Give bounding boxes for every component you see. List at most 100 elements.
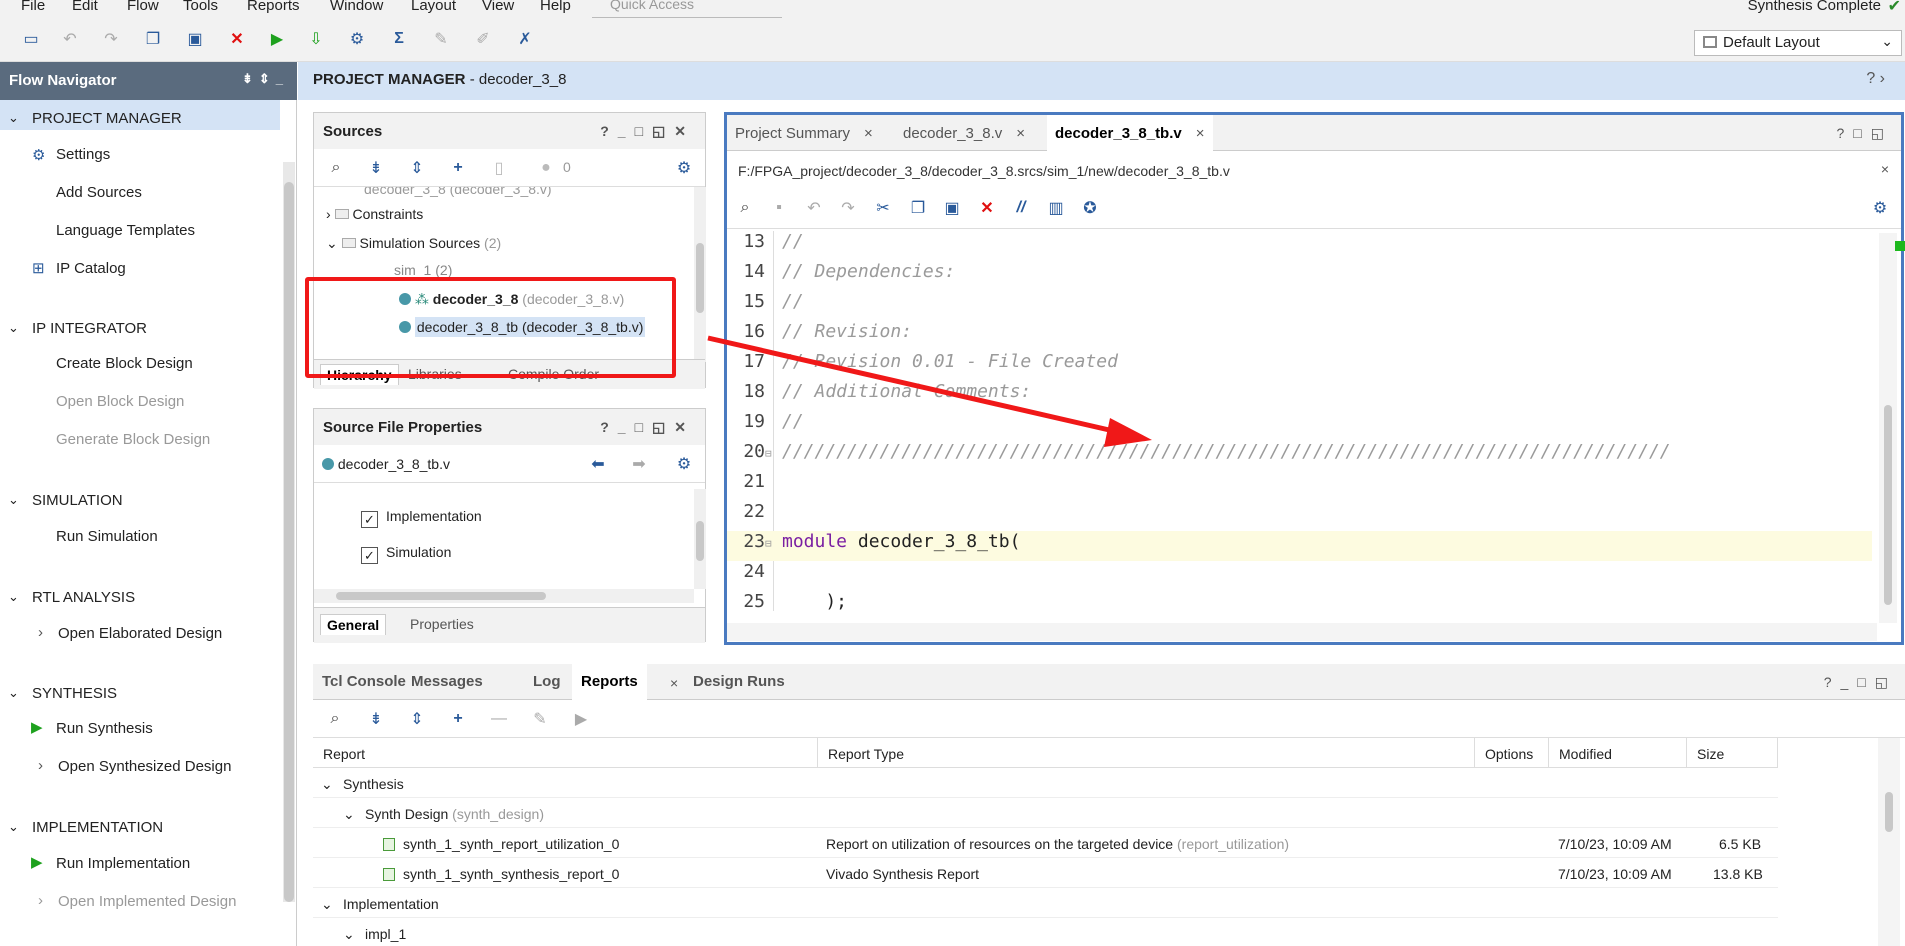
copy-icon[interactable]: ❐ xyxy=(908,198,928,218)
run-icon[interactable]: ▶ xyxy=(266,28,288,50)
flow-open-implemented-design[interactable]: Open Implemented Design xyxy=(58,893,236,910)
gear-icon[interactable]: ⚙ xyxy=(674,158,694,178)
search-icon[interactable]: ⌕ xyxy=(326,158,346,178)
column-header[interactable]: Size xyxy=(1687,738,1778,768)
code-area[interactable]: 13// 14// Dependencies: 15// 16// Revisi… xyxy=(727,231,1901,612)
reports-scrollbar-thumb[interactable] xyxy=(1885,792,1893,832)
editor-scrollbar-thumb[interactable] xyxy=(1884,405,1892,605)
menu-help[interactable]: Help xyxy=(540,0,571,14)
edit-icon[interactable]: ✎ xyxy=(530,709,550,729)
tab-log[interactable]: Log xyxy=(524,664,570,700)
tab-messages[interactable]: Messages xyxy=(402,664,492,700)
file-status-icon[interactable]: ▯ xyxy=(489,158,509,178)
tab-decoder-tb-v[interactable]: decoder_3_8_tb.v × xyxy=(1047,115,1213,151)
save-icon[interactable]: ▪ xyxy=(769,198,789,218)
tab-decoder-v[interactable]: decoder_3_8.v × xyxy=(895,115,1033,151)
menu-window[interactable]: Window xyxy=(330,0,383,14)
flow-language-templates[interactable]: Language Templates xyxy=(56,222,195,239)
delete-icon[interactable]: ✕ xyxy=(977,198,997,218)
program-device-icon[interactable]: ⇩ xyxy=(305,28,327,50)
disabled-tool-icon[interactable]: ✎ xyxy=(430,28,452,50)
close-icon[interactable]: × xyxy=(864,125,873,142)
open-project-icon[interactable]: ▭ xyxy=(20,28,42,50)
collapse-icon[interactable]: ⌄ xyxy=(343,806,355,823)
editor-hscrollbar[interactable] xyxy=(727,623,1877,641)
back-arrow-icon[interactable]: ⬅ xyxy=(588,454,608,474)
lightbulb-icon[interactable]: ✪ xyxy=(1080,198,1100,218)
expand-all-icon[interactable]: ⇕ xyxy=(407,158,427,178)
flow-ip-catalog[interactable]: IP Catalog xyxy=(56,260,126,277)
check-implementation[interactable]: ✓ Implementation xyxy=(361,508,482,528)
flow-scrollbar-thumb[interactable] xyxy=(284,182,294,902)
cut-icon[interactable]: ✂ xyxy=(873,198,893,218)
sources-scrollbar-thumb[interactable] xyxy=(696,243,704,313)
expand-all-icon[interactable]: ⇕ xyxy=(407,709,427,729)
flow-open-block-design[interactable]: Open Block Design xyxy=(56,393,184,410)
panel-controls-icon[interactable]: ?_□◱✕ xyxy=(600,419,695,436)
collapse-all-icon[interactable]: ⇟ xyxy=(366,158,386,178)
redo-icon[interactable]: ↷ xyxy=(838,198,858,218)
undo-icon[interactable]: ↶ xyxy=(59,28,81,50)
tab-properties[interactable]: Properties xyxy=(404,614,480,634)
tab-design-runs[interactable]: Design Runs xyxy=(684,664,794,700)
run-icon[interactable]: ▶ xyxy=(571,709,591,729)
collapse-all-icon[interactable]: ⇟ xyxy=(366,709,386,729)
flow-open-synthesized-design[interactable]: Open Synthesized Design xyxy=(58,758,231,775)
check-simulation[interactable]: ✓ Simulation xyxy=(361,544,451,564)
tab-reports[interactable]: Reports xyxy=(572,664,647,700)
menu-tools[interactable]: Tools xyxy=(183,0,218,14)
table-row[interactable]: ⌄ Implementation xyxy=(313,888,1778,918)
expand-icon[interactable]: › xyxy=(38,757,43,774)
menu-edit[interactable]: Edit xyxy=(72,0,98,14)
flow-run-synthesis[interactable]: Run Synthesis xyxy=(56,720,153,737)
properties-hscrollbar-thumb[interactable] xyxy=(336,592,546,600)
sigma-icon[interactable]: Σ xyxy=(388,28,410,50)
tab-general[interactable]: General xyxy=(320,614,387,635)
settings-gear-icon[interactable]: ⚙ xyxy=(346,28,368,50)
redo-icon[interactable]: ↷ xyxy=(100,28,122,50)
column-header[interactable]: Report xyxy=(313,738,818,768)
comment-icon[interactable]: // xyxy=(1011,198,1031,218)
expand-icon[interactable]: › xyxy=(38,892,43,909)
copy-icon[interactable]: ❐ xyxy=(142,28,164,50)
column-header[interactable]: Modified xyxy=(1549,738,1687,768)
delete-icon[interactable]: ✕ xyxy=(226,28,248,50)
collapse-icon[interactable]: ⌄ xyxy=(343,926,355,943)
add-icon[interactable]: + xyxy=(448,158,468,178)
paste-icon[interactable]: ▣ xyxy=(942,198,962,218)
menu-reports[interactable]: Reports xyxy=(247,0,300,14)
tab-tcl-console[interactable]: Tcl Console xyxy=(313,664,415,700)
column-header[interactable]: Options xyxy=(1475,738,1549,768)
properties-scrollbar-thumb[interactable] xyxy=(696,521,704,561)
tree-constraints[interactable]: › Constraints xyxy=(326,206,423,222)
add-icon[interactable]: + xyxy=(448,709,468,729)
table-row[interactable]: ⌄ Synth Design (synth_design) xyxy=(313,798,1778,828)
search-icon[interactable]: ⌕ xyxy=(735,198,755,218)
layout-select[interactable]: Default Layout ⌄ xyxy=(1694,30,1902,56)
search-icon[interactable]: ⌕ xyxy=(325,709,345,729)
flow-run-implementation[interactable]: Run Implementation xyxy=(56,855,190,872)
help-icon[interactable]: ? › xyxy=(1866,70,1885,88)
menu-view[interactable]: View xyxy=(482,0,514,14)
flow-settings[interactable]: Settings xyxy=(56,146,110,163)
table-row[interactable]: ⌄ impl_1 xyxy=(313,918,1778,946)
collapse-icon[interactable]: ⌄ xyxy=(321,776,333,793)
panel-controls-icon[interactable]: ?□◱ xyxy=(1837,125,1893,142)
close-icon[interactable]: × xyxy=(1196,125,1205,142)
quick-access-input[interactable]: Quick Access xyxy=(592,0,782,18)
close-icon[interactable]: × xyxy=(1881,161,1889,177)
tab-project-summary[interactable]: Project Summary × xyxy=(727,115,881,151)
menu-flow[interactable]: Flow xyxy=(127,0,159,14)
remove-icon[interactable]: — xyxy=(489,709,509,729)
reports-scrollbar[interactable] xyxy=(1878,738,1900,946)
gear-icon[interactable]: ⚙ xyxy=(1870,198,1890,218)
flow-generate-block-design[interactable]: Generate Block Design xyxy=(56,431,210,448)
table-row[interactable]: ⌄ Synthesis xyxy=(313,768,1778,798)
table-row[interactable]: synth_1_synth_report_utilization_0 Repor… xyxy=(313,828,1778,858)
panel-controls-icon[interactable]: ⇟⇕_ xyxy=(242,71,289,87)
panel-controls-icon[interactable]: ?_□◱ xyxy=(1824,674,1897,691)
gear-icon[interactable]: ⚙ xyxy=(674,454,694,474)
column-header[interactable]: Report Type xyxy=(818,738,1475,768)
close-icon[interactable]: × xyxy=(670,675,678,691)
flow-run-simulation[interactable]: Run Simulation xyxy=(56,528,158,545)
